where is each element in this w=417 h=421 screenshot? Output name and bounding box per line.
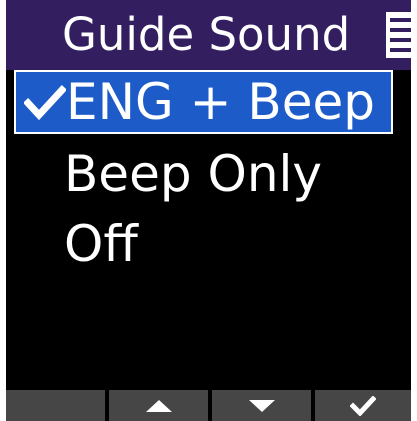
option-label: Off <box>64 215 138 273</box>
down-button[interactable] <box>212 390 311 421</box>
page-title: Guide Sound <box>62 8 351 61</box>
option-off[interactable]: Off <box>6 212 411 280</box>
option-list: ENG + Beep Beep Only Off <box>6 70 411 390</box>
title-bar: Guide Sound <box>6 0 411 70</box>
list-menu-icon <box>384 12 411 58</box>
option-label: ENG + Beep <box>66 73 375 131</box>
down-arrow-icon <box>248 399 275 412</box>
device-screen: Guide Sound ENG + Beep Beep Only Off <box>0 0 417 421</box>
function-key-bar <box>6 390 411 421</box>
option-beep-only[interactable]: Beep Only <box>6 142 411 210</box>
enter-check-icon <box>350 395 376 416</box>
option-label: Beep Only <box>64 145 322 203</box>
function-key-blank <box>6 390 105 421</box>
option-eng-beep[interactable]: ENG + Beep <box>14 70 393 134</box>
check-icon <box>24 85 66 121</box>
up-button[interactable] <box>109 390 208 421</box>
enter-button[interactable] <box>315 390 411 421</box>
menu-frame: Guide Sound ENG + Beep Beep Only Off <box>6 0 411 421</box>
up-arrow-icon <box>145 399 172 412</box>
